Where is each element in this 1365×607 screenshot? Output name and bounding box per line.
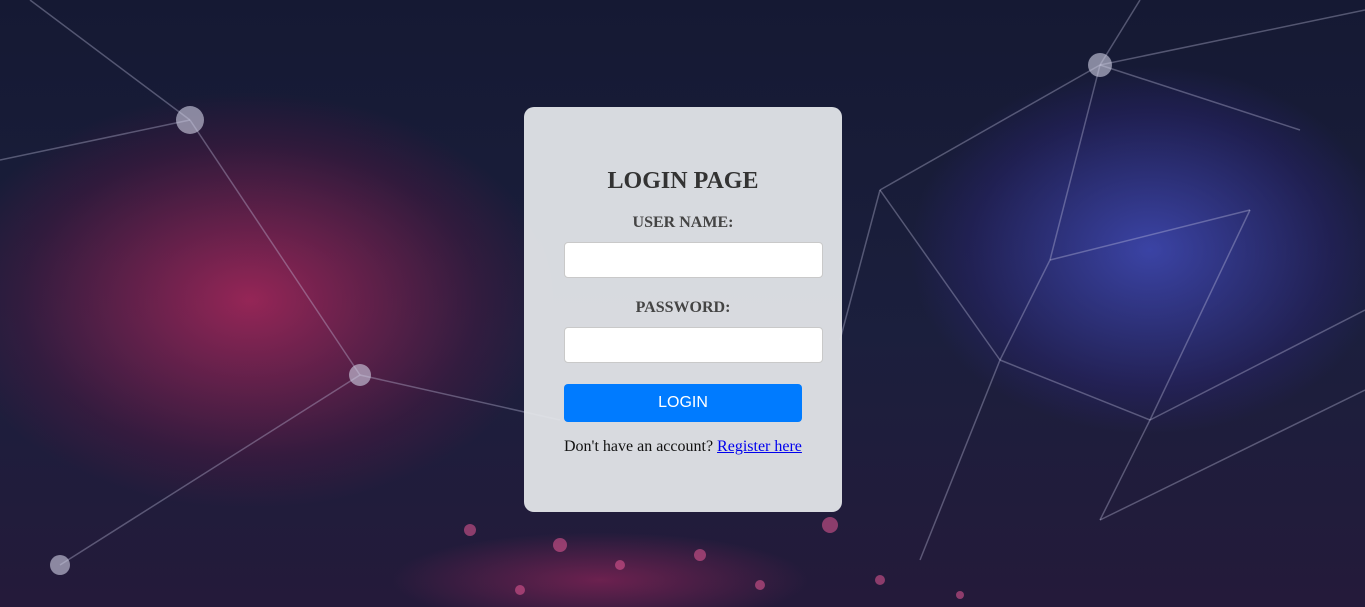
login-button[interactable]: LOGIN: [564, 384, 802, 422]
page-title: LOGIN PAGE: [607, 168, 759, 194]
username-input[interactable]: [564, 242, 823, 278]
username-label: USER NAME:: [632, 214, 734, 231]
register-prompt-text: Don't have an account?: [564, 438, 714, 455]
password-input[interactable]: [564, 327, 823, 363]
password-label: PASSWORD:: [635, 299, 731, 316]
register-link[interactable]: Register here: [717, 438, 802, 455]
register-prompt: Don't have an account? Register here: [564, 437, 824, 457]
